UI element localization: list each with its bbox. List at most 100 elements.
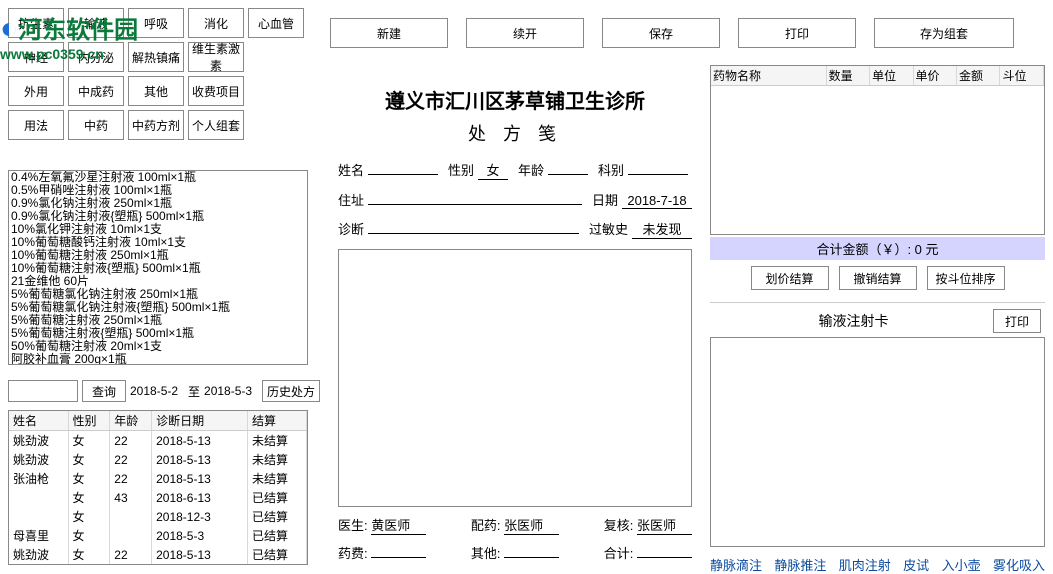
review-field[interactable]: 张医师 [637, 515, 692, 535]
diag-field[interactable] [368, 220, 579, 234]
clinic-title: 遵义市汇川区茅草铺卫生诊所 [330, 85, 700, 114]
save-set-button[interactable]: 存为组套 [874, 18, 1014, 48]
name-field[interactable] [368, 161, 438, 175]
table-row[interactable]: 姚劲波女222018-5-13未结算 [9, 450, 307, 469]
injection-link[interactable]: 静脉滴注 [710, 555, 762, 574]
date-to-input[interactable] [204, 380, 258, 402]
other-field[interactable] [504, 544, 559, 558]
patient-col-header[interactable]: 年龄 [110, 411, 152, 431]
total-field[interactable] [637, 544, 692, 558]
sort-by-position-button[interactable]: 按斗位排序 [927, 266, 1005, 290]
category-button-外用[interactable]: 外用 [8, 76, 64, 106]
category-button-呼吸[interactable]: 呼吸 [128, 8, 184, 38]
category-button-用法[interactable]: 用法 [8, 110, 64, 140]
reopen-button[interactable]: 续开 [466, 18, 584, 48]
category-button-其他[interactable]: 其他 [128, 76, 184, 106]
fee-label: 药费: [338, 546, 368, 561]
date-label: 日期 [592, 190, 618, 209]
review-label: 复核: [604, 518, 634, 533]
injection-link[interactable]: 雾化吸入 [993, 555, 1045, 574]
sex-label: 性别 [448, 160, 474, 179]
table-row[interactable]: 姚劲波女222018-5-13未结算 [9, 431, 307, 450]
table-row[interactable]: 张油枪女222018-5-13未结算 [9, 469, 307, 488]
allergy-label: 过敏史 [589, 219, 628, 238]
patient-table: 姓名性别年龄诊断日期结算 姚劲波女222018-5-13未结算姚劲波女22201… [8, 410, 308, 565]
patient-col-header[interactable]: 结算 [247, 411, 306, 431]
table-row[interactable]: 母喜里女2018-5-3已结算 [9, 526, 307, 545]
prescription-form: 遵义市汇川区茅草铺卫生诊所 处 方 笺 姓名 性别女 年龄 科别 住址 日期20… [330, 65, 700, 565]
diag-label: 诊断 [338, 219, 364, 238]
addr-label: 住址 [338, 190, 364, 209]
order-col-header[interactable]: 斗位 [1000, 66, 1044, 86]
category-button-中药方剂[interactable]: 中药方剂 [128, 110, 184, 140]
name-label: 姓名 [338, 160, 364, 179]
category-button-神经[interactable]: 神经 [8, 42, 64, 72]
infusion-card-box[interactable] [710, 337, 1045, 547]
category-button-抗生素[interactable]: 抗生素 [8, 8, 64, 38]
dept-field[interactable] [628, 161, 688, 175]
total-label: 合计: [604, 546, 634, 561]
table-row[interactable]: 啪啪啪女62018-12-3已结算 [9, 564, 307, 565]
print-button[interactable]: 打印 [738, 18, 856, 48]
category-button-内分泌[interactable]: 内分泌 [68, 42, 124, 72]
prescription-content-box[interactable] [338, 249, 692, 507]
sex-field[interactable]: 女 [478, 160, 508, 180]
injection-link[interactable]: 皮试 [903, 555, 929, 574]
fee-field[interactable] [371, 544, 426, 558]
date-field[interactable]: 2018-7-18 [622, 193, 692, 209]
search-input[interactable] [8, 380, 78, 402]
order-panel: 药物名称数量单位单价金额斗位 合计金额（￥）: 0 元 划价结算 撤销结算 按斗… [710, 65, 1045, 574]
to-label: 至 [188, 383, 200, 400]
order-col-header[interactable]: 数量 [826, 66, 869, 86]
order-col-header[interactable]: 单价 [913, 66, 956, 86]
search-row: 查询 至 历史处方 [8, 380, 320, 402]
date-from-input[interactable] [130, 380, 184, 402]
category-button-输液[interactable]: 输液 [68, 8, 124, 38]
patient-col-header[interactable]: 性别 [68, 411, 110, 431]
category-button-中药[interactable]: 中药 [68, 110, 124, 140]
cancel-settle-button[interactable]: 撤销结算 [839, 266, 917, 290]
new-button[interactable]: 新建 [330, 18, 448, 48]
order-col-header[interactable]: 单位 [870, 66, 913, 86]
table-row[interactable]: 女2018-12-3已结算 [9, 507, 307, 526]
other-label: 其他: [471, 546, 501, 561]
save-button[interactable]: 保存 [602, 18, 720, 48]
allergy-field[interactable]: 未发现 [632, 219, 692, 239]
injection-link[interactable]: 静脉推注 [774, 555, 826, 574]
dispense-field[interactable]: 张医师 [504, 515, 559, 535]
table-row[interactable]: 女432018-6-13已结算 [9, 488, 307, 507]
injection-method-links: 静脉滴注静脉推注肌肉注射皮试入小壶雾化吸入 [710, 555, 1045, 574]
patient-col-header[interactable]: 姓名 [9, 411, 68, 431]
price-settle-button[interactable]: 划价结算 [751, 266, 829, 290]
age-field[interactable] [548, 161, 588, 175]
dept-label: 科别 [598, 160, 624, 179]
category-button-个人组套[interactable]: 个人组套 [188, 110, 244, 140]
history-button[interactable]: 历史处方 [262, 380, 320, 402]
patient-col-header[interactable]: 诊断日期 [152, 411, 248, 431]
category-button-心血管[interactable]: 心血管 [248, 8, 304, 38]
injection-link[interactable]: 肌肉注射 [839, 555, 891, 574]
addr-field[interactable] [368, 191, 582, 205]
doctor-field[interactable]: 黄医师 [371, 515, 426, 535]
dispense-label: 配药: [471, 518, 501, 533]
category-button-维生素激素[interactable]: 维生素激素 [188, 42, 244, 72]
order-col-header[interactable]: 金额 [957, 66, 1000, 86]
infusion-print-button[interactable]: 打印 [993, 309, 1041, 333]
doctor-label: 医生: [338, 518, 368, 533]
table-row[interactable]: 姚劲波女222018-5-13已结算 [9, 545, 307, 564]
prescription-subtitle: 处 方 笺 [330, 120, 700, 146]
category-button-消化[interactable]: 消化 [188, 8, 244, 38]
medicine-list[interactable]: 0.4%左氧氟沙星注射液 100ml×1瓶0.5%甲硝唑注射液 100ml×1瓶… [8, 170, 308, 365]
query-button[interactable]: 查询 [82, 380, 126, 402]
order-col-header[interactable]: 药物名称 [711, 66, 826, 86]
infusion-card-title: 输液注射卡 [714, 311, 993, 331]
category-button-中成药[interactable]: 中成药 [68, 76, 124, 106]
injection-link[interactable]: 入小壶 [942, 555, 981, 574]
category-button-解热镇痛[interactable]: 解热镇痛 [128, 42, 184, 72]
medicine-item[interactable]: 阿胶补血膏 200g×1瓶 [9, 353, 307, 365]
order-table: 药物名称数量单位单价金额斗位 [710, 65, 1045, 235]
age-label: 年龄 [518, 160, 544, 179]
category-grid: 抗生素输液呼吸消化心血管神经内分泌解热镇痛维生素激素外用中成药其他收费项目用法中… [8, 8, 304, 140]
total-amount-row: 合计金额（￥）: 0 元 [710, 237, 1045, 260]
category-button-收费项目[interactable]: 收费项目 [188, 76, 244, 106]
